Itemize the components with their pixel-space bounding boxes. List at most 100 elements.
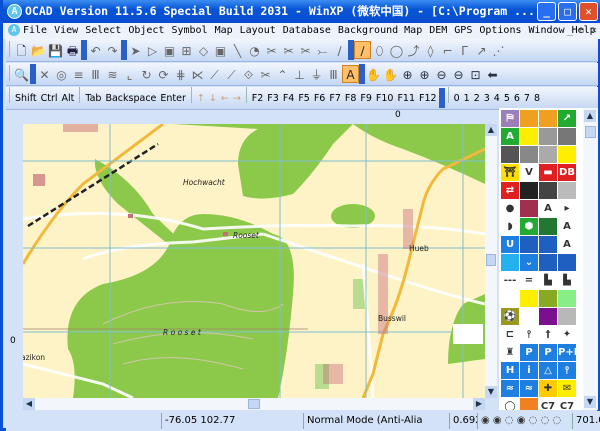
- f11[interactable]: F11: [397, 88, 415, 110]
- arrow-key-icon[interactable]: ←: [221, 88, 229, 110]
- menu-gps[interactable]: GPS: [454, 23, 472, 39]
- back-arrow-icon[interactable]: ⬅: [484, 66, 501, 84]
- close-button[interactable]: ✕: [579, 2, 598, 21]
- check-icon[interactable]: ◎: [53, 66, 70, 84]
- symbol-cell[interactable]: [520, 182, 538, 199]
- cut2-icon[interactable]: ✂: [280, 42, 297, 60]
- toolbar-grip[interactable]: [9, 65, 10, 81]
- angle-icon[interactable]: Γ: [456, 42, 473, 60]
- tab[interactable]: Tab: [85, 88, 101, 110]
- symbol-cell[interactable]: DB: [558, 164, 576, 181]
- symbol-cell[interactable]: A: [539, 200, 557, 217]
- 2[interactable]: 2: [474, 88, 480, 110]
- minimize-button[interactable]: _: [537, 2, 556, 21]
- ellipse-icon[interactable]: ⬯: [371, 42, 388, 60]
- rectangle-edit-icon[interactable]: ▣: [212, 42, 229, 60]
- hatch-icon[interactable]: ⋕: [172, 66, 189, 84]
- symbol-cell[interactable]: [539, 110, 557, 127]
- menu-view[interactable]: View: [54, 23, 78, 39]
- symbol-cell[interactable]: V: [520, 164, 538, 181]
- symbol-cell[interactable]: [520, 290, 538, 307]
- align-icon[interactable]: ≡: [70, 66, 87, 84]
- 5[interactable]: 5: [504, 88, 510, 110]
- menu-select[interactable]: Select: [85, 23, 121, 39]
- symbol-cell[interactable]: ⊏: [501, 326, 519, 343]
- scroll-up-icon[interactable]: ▲: [584, 110, 596, 122]
- ctrl[interactable]: Ctrl: [41, 88, 58, 110]
- grid-icon[interactable]: ⊞: [178, 42, 195, 60]
- symbol-cell[interactable]: C7: [539, 398, 557, 410]
- symbol-cell[interactable]: P+R: [558, 344, 581, 361]
- menu-window[interactable]: Window: [529, 23, 565, 39]
- symbol-cell[interactable]: [520, 128, 538, 145]
- toolbar-grip[interactable]: [9, 41, 10, 57]
- columns-icon[interactable]: Ⅲ: [87, 66, 104, 84]
- symbol-cell[interactable]: [520, 308, 538, 325]
- 3[interactable]: 3: [484, 88, 490, 110]
- symbol-cell[interactable]: H: [501, 362, 519, 379]
- symbol-cell[interactable]: [558, 146, 576, 163]
- cut3-icon[interactable]: ✂: [297, 42, 314, 60]
- symbol-cell[interactable]: [558, 254, 576, 271]
- scroll-up-icon[interactable]: ▲: [485, 124, 497, 136]
- new-icon[interactable]: 🗋: [13, 42, 30, 60]
- symbol-cell[interactable]: [539, 182, 557, 199]
- symbol-cell[interactable]: [558, 290, 576, 307]
- symbol-cell[interactable]: [520, 200, 538, 217]
- map-horizontal-scrollbar[interactable]: ◀ ▶: [23, 398, 485, 410]
- f9[interactable]: F9: [360, 88, 372, 110]
- dotted-icon[interactable]: ⋰: [490, 42, 507, 60]
- save-icon[interactable]: 💾: [47, 42, 64, 60]
- 0[interactable]: 0: [454, 88, 460, 110]
- curve-icon[interactable]: ⤴: [405, 42, 422, 60]
- enter[interactable]: Enter: [160, 88, 186, 110]
- symbol-cell[interactable]: ⫯: [558, 362, 576, 379]
- zoom-fit-icon[interactable]: ⊖: [450, 66, 467, 84]
- palette-scrollbar[interactable]: ▲ ▼: [583, 108, 598, 410]
- arrow-key-icon[interactable]: →: [233, 88, 241, 110]
- f5[interactable]: F5: [298, 88, 310, 110]
- symbol-cell[interactable]: ◗: [501, 218, 519, 235]
- symbol-cell[interactable]: ✚: [539, 380, 557, 397]
- print-icon[interactable]: 🖶: [64, 42, 81, 60]
- join-icon[interactable]: ⋉: [189, 66, 206, 84]
- zoom-in-icon[interactable]: ⊕: [399, 66, 416, 84]
- symbol-cell[interactable]: P: [539, 344, 557, 361]
- symbol-cell[interactable]: ≈: [520, 380, 538, 397]
- hand-icon[interactable]: ✋: [365, 66, 382, 84]
- backspace[interactable]: Backspace: [105, 88, 156, 110]
- diamond-icon[interactable]: ◇: [195, 42, 212, 60]
- join-icon[interactable]: ⤚: [314, 42, 331, 60]
- symbol-cell[interactable]: [539, 128, 557, 145]
- map-canvas[interactable]: Hochwacht Rooset Hueb Busswil R o o s e …: [23, 124, 485, 398]
- view-mode-icons[interactable]: ◉ ◉ ◌ ◉ ◌ ◌ ◌: [477, 413, 572, 429]
- 7[interactable]: 7: [524, 88, 530, 110]
- symbol-cell[interactable]: ▬: [539, 164, 557, 181]
- symbol-cell[interactable]: [539, 290, 557, 307]
- mirror-icon[interactable]: ⟐: [240, 66, 257, 84]
- symbol-cell[interactable]: ⫯: [520, 326, 538, 343]
- line-icon[interactable]: ╲: [229, 42, 246, 60]
- symbol-cell[interactable]: ⛩: [501, 164, 519, 181]
- find-icon[interactable]: 🔍: [13, 66, 30, 84]
- symbol-cell[interactable]: ⬢: [520, 218, 538, 235]
- symbol-cell[interactable]: ⇄: [501, 182, 519, 199]
- stack-icon[interactable]: ≋: [104, 66, 121, 84]
- undo-icon[interactable]: ↶: [87, 42, 104, 60]
- symbol-cell[interactable]: ⛿: [501, 110, 519, 127]
- symbol-cell[interactable]: =: [520, 272, 538, 289]
- select-object-icon[interactable]: ➤: [127, 42, 144, 60]
- f12[interactable]: F12: [419, 88, 437, 110]
- symbol-cell[interactable]: ✦: [558, 326, 576, 343]
- map-vertical-scrollbar[interactable]: ▲ ▼: [485, 124, 497, 398]
- symbol-cell[interactable]: [539, 218, 557, 235]
- symbol-cell[interactable]: ✉: [558, 380, 576, 397]
- symbol-cell[interactable]: ▙: [558, 272, 576, 289]
- fill-icon[interactable]: ⌃: [274, 66, 291, 84]
- mdi-controls[interactable]: _ ▫ ✕: [567, 23, 597, 39]
- scroll-left-icon[interactable]: ◀: [23, 398, 35, 410]
- f8[interactable]: F8: [345, 88, 357, 110]
- 4[interactable]: 4: [494, 88, 500, 110]
- symbol-cell[interactable]: A: [558, 236, 576, 253]
- scroll-thumb[interactable]: [585, 126, 596, 138]
